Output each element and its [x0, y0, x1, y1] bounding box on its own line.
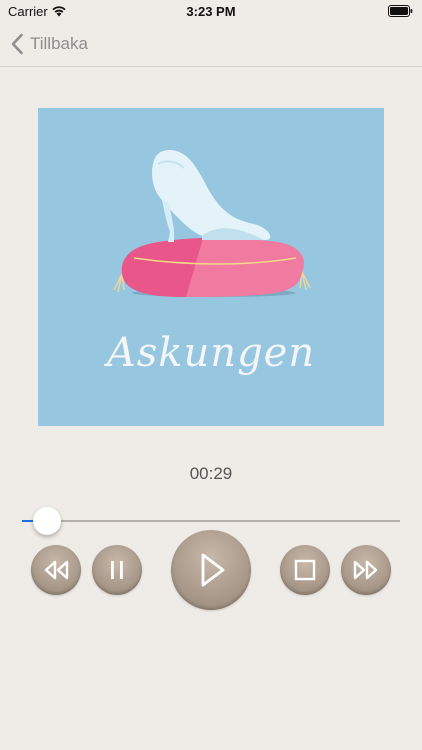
stop-button[interactable]	[280, 545, 330, 595]
back-label: Tillbaka	[30, 34, 88, 53]
pause-button[interactable]	[92, 545, 142, 595]
progress-slider[interactable]	[22, 507, 400, 535]
status-bar: Carrier 3:23 PM	[0, 0, 422, 22]
pause-icon	[111, 561, 123, 579]
status-time: 3:23 PM	[186, 4, 236, 19]
chevron-left-icon	[11, 33, 23, 55]
fast-forward-button[interactable]	[341, 545, 391, 595]
navigation-bar: Tillbaka	[0, 22, 422, 67]
back-button[interactable]: Tillbaka	[10, 30, 88, 58]
elapsed-time: 00:29	[189, 464, 233, 483]
cover-title: Askungen	[106, 330, 316, 376]
play-icon	[201, 553, 225, 587]
rewind-button[interactable]	[31, 545, 81, 595]
rewind-icon	[44, 560, 69, 580]
battery-icon	[388, 5, 413, 17]
play-button[interactable]	[171, 530, 251, 610]
glass-slipper-illustration	[113, 150, 311, 297]
cover-art: Askungen	[38, 108, 384, 426]
progress-thumb[interactable]	[32, 507, 61, 535]
stop-icon	[294, 559, 316, 581]
fast-forward-icon	[353, 560, 378, 580]
